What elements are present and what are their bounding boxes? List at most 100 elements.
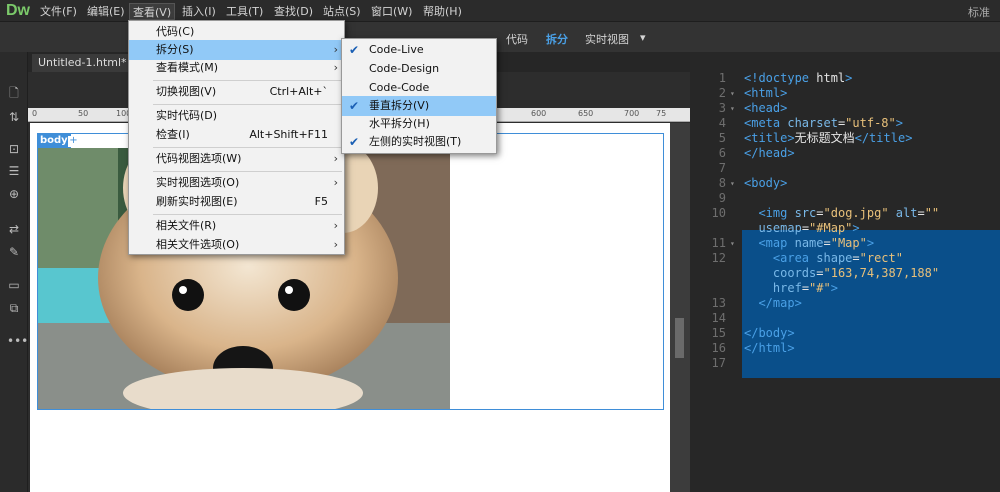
- menu-item-label: 相关文件(R): [156, 219, 217, 232]
- line-number: 17: [711, 356, 726, 370]
- menu-item-split[interactable]: 拆分(S) ›: [129, 40, 344, 60]
- submenu-item-code-live[interactable]: ✔ Code-Live: [342, 40, 496, 60]
- line-number: 14: [711, 311, 726, 325]
- fold-icon[interactable]: ▾: [730, 176, 740, 191]
- snippet-icon[interactable]: ⧉: [7, 301, 21, 315]
- menu-item-label: 检查(I): [156, 128, 190, 141]
- code-line[interactable]: 2 ▾ <html>: [690, 86, 1000, 101]
- fold-icon[interactable]: ▾: [730, 86, 740, 101]
- live-view-scrollbar[interactable]: [670, 123, 690, 492]
- menu-bar: Dw 文件(F) 编辑(E) 查看(V) 插入(I) 工具(T) 查找(D) 站…: [0, 0, 1000, 22]
- menu-item-related-files-options[interactable]: 相关文件选项(O) ›: [129, 235, 344, 255]
- target-icon[interactable]: ⊕: [7, 187, 21, 201]
- sort-icon[interactable]: ⇅: [7, 110, 21, 124]
- code-line[interactable]: 1 <!doctype html>: [690, 71, 1000, 86]
- submenu-item-live-on-left[interactable]: ✔ 左侧的实时视图(T): [342, 132, 496, 152]
- menu-item-label: 左侧的实时视图(T): [369, 135, 462, 148]
- wrap-icon[interactable]: ⇄: [7, 222, 21, 236]
- file-icon[interactable]: 🗋: [7, 86, 21, 100]
- code-line[interactable]: usemap="#Map">: [690, 221, 1000, 236]
- split-view-button[interactable]: 拆分: [546, 31, 568, 47]
- menu-file[interactable]: 文件(F): [37, 3, 80, 20]
- code-line[interactable]: href="#">: [690, 281, 1000, 296]
- scrollbar-thumb[interactable]: [675, 318, 684, 358]
- menu-view[interactable]: 查看(V): [129, 3, 176, 20]
- document-tab[interactable]: Untitled-1.html*: [32, 54, 133, 72]
- menu-item-refresh-live-view[interactable]: 刷新实时视图(E) F5: [129, 192, 344, 212]
- chevron-down-icon[interactable]: ▾: [640, 31, 646, 44]
- checkmark-icon: ✔: [349, 43, 360, 57]
- code-line[interactable]: 4 <meta charset="utf-8">: [690, 116, 1000, 131]
- code-line[interactable]: coords="163,74,387,188": [690, 266, 1000, 281]
- menu-item-code[interactable]: 代码(C): [129, 22, 344, 42]
- code-line[interactable]: 7: [690, 161, 1000, 176]
- menu-site[interactable]: 站点(S): [320, 3, 364, 20]
- line-number: 15: [711, 326, 726, 340]
- more-icon[interactable]: •••: [7, 334, 28, 348]
- menu-window[interactable]: 窗口(W): [368, 3, 415, 20]
- menu-separator: [153, 104, 342, 105]
- menu-item-shortcut: Alt+Shift+F11: [249, 128, 328, 141]
- line-number: 8: [718, 176, 726, 190]
- menu-item-related-files[interactable]: 相关文件(R) ›: [129, 216, 344, 236]
- fold-icon[interactable]: ▾: [730, 236, 740, 251]
- menu-help[interactable]: 帮助(H): [420, 3, 465, 20]
- code-text: </html>: [744, 341, 795, 355]
- plus-icon[interactable]: +: [68, 136, 79, 147]
- menu-insert[interactable]: 插入(I): [179, 3, 219, 20]
- brush-icon[interactable]: ✎: [7, 245, 21, 259]
- code-line[interactable]: 12 <area shape="rect": [690, 251, 1000, 266]
- code-line[interactable]: 8 ▾ <body>: [690, 176, 1000, 191]
- line-number: 3: [718, 101, 726, 115]
- code-line[interactable]: 13 </map>: [690, 296, 1000, 311]
- code-line[interactable]: 6 </head>: [690, 146, 1000, 161]
- code-view[interactable]: 1 <!doctype html> 2 ▾ <html> 3 ▾ <head> 4 <meta c…: [690, 52, 1000, 492]
- code-text: </head>: [744, 146, 795, 160]
- line-number: 9: [718, 191, 726, 205]
- submenu-item-horizontal-split[interactable]: 水平拆分(H): [342, 114, 496, 134]
- menu-item-code-view-options[interactable]: 代码视图选项(W) ›: [129, 149, 344, 169]
- code-line[interactable]: 14: [690, 311, 1000, 326]
- menu-tools[interactable]: 工具(T): [223, 3, 266, 20]
- menu-separator: [153, 171, 342, 172]
- code-line[interactable]: 17: [690, 356, 1000, 371]
- menu-item-label: 查看模式(M): [156, 61, 219, 74]
- line-number: 7: [718, 161, 726, 175]
- menu-separator: [153, 147, 342, 148]
- menu-item-label: Code-Design: [369, 62, 440, 75]
- submenu-item-vertical-split[interactable]: ✔ 垂直拆分(V): [342, 96, 496, 116]
- live-view-button[interactable]: 实时视图: [585, 31, 629, 47]
- submenu-item-code-code[interactable]: Code-Code: [342, 78, 496, 98]
- code-text: <html>: [744, 86, 788, 100]
- inspect-icon[interactable]: ⊡: [7, 142, 21, 156]
- menu-edit[interactable]: 编辑(E): [84, 3, 128, 20]
- code-line[interactable]: 3 ▾ <head>: [690, 101, 1000, 116]
- menu-item-view-mode[interactable]: 查看模式(M) ›: [129, 58, 344, 78]
- menu-item-inspect[interactable]: 检查(I) Alt+Shift+F11: [129, 125, 344, 145]
- code-line[interactable]: 16 </html>: [690, 341, 1000, 356]
- code-line[interactable]: 10 <img src="dog.jpg" alt="": [690, 206, 1000, 221]
- code-text: <area shape="rect": [772, 251, 903, 265]
- fold-icon[interactable]: ▾: [730, 101, 740, 116]
- body-element-tag[interactable]: body: [37, 134, 71, 148]
- menu-item-label: 水平拆分(H): [369, 117, 430, 130]
- code-text: usemap="#Map">: [758, 221, 860, 235]
- code-text: <!doctype html>: [744, 71, 853, 85]
- code-line[interactable]: 15 </body>: [690, 326, 1000, 341]
- code-line[interactable]: 5 <title>无标题文档</title>: [690, 131, 1000, 146]
- menu-item-live-code[interactable]: 实时代码(D): [129, 106, 344, 126]
- submenu-item-code-design[interactable]: Code-Design: [342, 59, 496, 79]
- comment-icon[interactable]: ▭: [7, 278, 21, 292]
- menu-item-toggle-view[interactable]: 切换视图(V) Ctrl+Alt+`: [129, 82, 344, 102]
- code-text: href="#">: [772, 281, 838, 295]
- menu-item-live-view-options[interactable]: 实时视图选项(O) ›: [129, 173, 344, 193]
- format-icon[interactable]: ☰: [7, 164, 21, 178]
- menu-item-shortcut: F5: [314, 195, 328, 208]
- menu-item-label: Code-Live: [369, 43, 424, 56]
- workspace-switcher[interactable]: 标准: [968, 4, 990, 20]
- code-view-button[interactable]: 代码: [506, 31, 528, 47]
- code-line[interactable]: 9: [690, 191, 1000, 206]
- line-number: 13: [711, 296, 726, 310]
- code-line[interactable]: 11 ▾ <map name="Map">: [690, 236, 1000, 251]
- menu-find[interactable]: 查找(D): [271, 3, 316, 20]
